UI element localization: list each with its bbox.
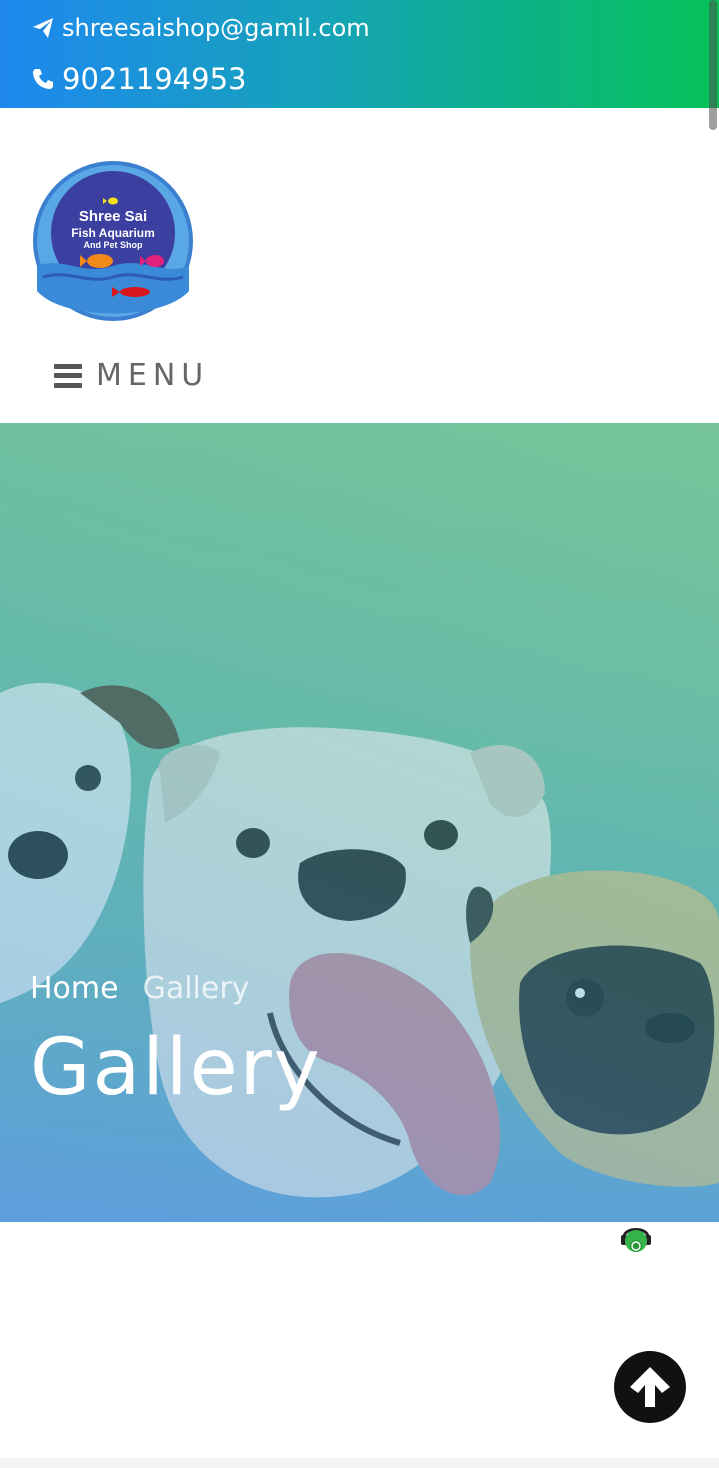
shop-logo[interactable]: Shree Sai Fish Aquarium And Pet Shop — [33, 161, 193, 321]
top-contact-bar: shreesaishop@gamil.com 9021194953 — [0, 0, 719, 108]
menu-toggle[interactable]: MENU — [54, 358, 209, 393]
breadcrumb-home-link[interactable]: Home — [30, 971, 119, 1006]
menu-label: MENU — [96, 358, 210, 393]
hamburger-icon — [54, 363, 82, 388]
page-title: Gallery — [30, 1023, 322, 1113]
logo-line2: Fish Aquarium — [71, 226, 155, 240]
breadcrumb: Home Gallery — [30, 971, 249, 1006]
phone-row[interactable]: 9021194953 — [30, 62, 247, 96]
scroll-to-top-button[interactable] — [614, 1351, 686, 1423]
breadcrumb-current: Gallery — [142, 971, 250, 1006]
phone-text[interactable]: 9021194953 — [62, 62, 247, 96]
scrollbar-thumb[interactable] — [709, 0, 717, 130]
logo-line1: Shree Sai — [79, 208, 147, 225]
phone-icon — [30, 66, 56, 92]
email-row[interactable]: shreesaishop@gamil.com — [30, 14, 370, 42]
page-banner: Home Gallery Gallery — [0, 423, 719, 1222]
email-text[interactable]: shreesaishop@gamil.com — [62, 14, 370, 42]
whatsapp-chatbot-icon[interactable] — [619, 1221, 653, 1257]
logo-line3: And Pet Shop — [84, 240, 143, 250]
footer-edge — [0, 1458, 719, 1468]
paper-plane-icon — [30, 15, 56, 41]
arrow-up-icon — [630, 1367, 670, 1407]
